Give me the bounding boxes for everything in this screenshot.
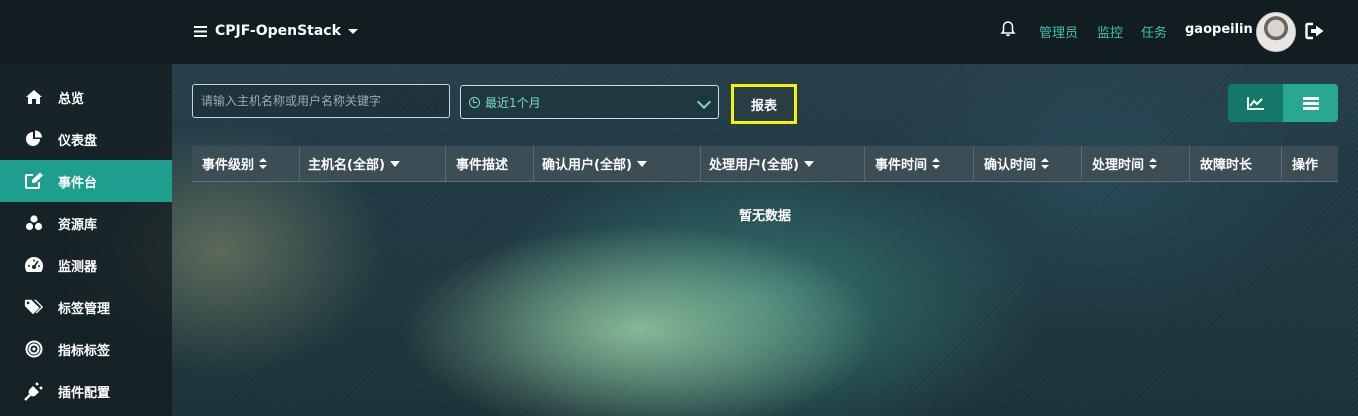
target-icon — [24, 339, 44, 359]
sidebar-item-label: 标签管理 — [58, 301, 111, 317]
empty-table-message: 暂无数据 — [738, 209, 791, 224]
search-input[interactable] — [192, 84, 450, 118]
sort-icon — [1149, 158, 1158, 169]
sidebar-item-events[interactable]: 事件台 — [0, 160, 172, 202]
home-icon — [24, 87, 44, 107]
sort-icon — [1041, 158, 1050, 169]
sidebar: 总览 仪表盘 事件台 资源库 监测器 标签管理 指标标签 插件配置 — [0, 64, 172, 416]
edit-icon — [24, 171, 44, 191]
username[interactable]: gaopeilin — [1185, 22, 1253, 37]
project-name: CPJF-OpenStack — [215, 23, 341, 39]
sidebar-item-label: 总览 — [58, 91, 85, 107]
column-label: 事件级别 — [202, 158, 255, 173]
column-label: 处理用户(全部) — [709, 158, 799, 173]
sidebar-item-resources[interactable]: 资源库 — [0, 202, 172, 244]
sort-icon — [932, 158, 941, 169]
task-link[interactable]: 任务 — [1141, 22, 1167, 41]
caret-down-icon — [347, 28, 358, 34]
sidebar-item-label: 事件台 — [58, 175, 98, 191]
sort-icon — [259, 158, 268, 169]
sidebar-item-label: 插件配置 — [58, 385, 111, 401]
column-header[interactable]: 处理用户(全部) — [701, 146, 865, 181]
column-header[interactable]: 确认用户(全部) — [534, 146, 701, 181]
view-toggle — [1228, 84, 1338, 122]
plug-icon — [24, 381, 44, 401]
line-chart-icon — [1246, 97, 1264, 110]
column-header: 事件描述 — [446, 146, 534, 181]
tags-icon — [24, 297, 44, 317]
column-label: 确认时间 — [984, 158, 1037, 173]
time-range-value: 最近1个月 — [485, 95, 541, 110]
sidebar-item-dashboard[interactable]: 仪表盘 — [0, 118, 172, 160]
logout-icon[interactable] — [1305, 22, 1325, 40]
column-label: 事件时间 — [875, 158, 928, 173]
column-header: 故障时长 — [1190, 146, 1282, 181]
column-header: 操作 — [1282, 146, 1338, 181]
sidebar-item-metric-tags[interactable]: 指标标签 — [0, 328, 172, 370]
column-label: 故障时长 — [1200, 158, 1253, 173]
caret-down-icon — [803, 160, 814, 167]
bell-icon[interactable] — [1000, 20, 1016, 38]
cubes-icon — [24, 213, 44, 233]
column-label: 操作 — [1292, 158, 1319, 173]
table-header: 事件级别 主机名(全部) 事件描述 确认用户(全部) 处理用户(全部) 事件时间… — [192, 146, 1338, 182]
column-label: 事件描述 — [456, 158, 509, 173]
clock-icon — [469, 96, 480, 108]
list-view-button[interactable] — [1283, 84, 1338, 122]
sidebar-item-plugins[interactable]: 插件配置 — [0, 370, 172, 412]
sidebar-item-label: 仪表盘 — [58, 133, 98, 149]
time-range-select[interactable]: 最近1个月 — [460, 85, 719, 119]
caret-down-icon — [389, 160, 400, 167]
sidebar-item-tags[interactable]: 标签管理 — [0, 286, 172, 328]
top-bar: CPJF-OpenStack 管理员 监控 任务 gaopeilin — [0, 0, 1358, 64]
sidebar-item-monitors[interactable]: 监测器 — [0, 244, 172, 286]
list-icon — [1302, 96, 1319, 110]
column-header[interactable]: 事件时间 — [865, 146, 974, 181]
column-label: 主机名(全部) — [308, 158, 385, 173]
sidebar-item-label: 监测器 — [58, 259, 98, 275]
column-label: 确认用户(全部) — [542, 158, 632, 173]
project-selector[interactable]: CPJF-OpenStack — [194, 21, 358, 41]
column-header[interactable]: 处理时间 — [1082, 146, 1190, 181]
column-label: 处理时间 — [1092, 158, 1145, 173]
pie-chart-icon — [24, 129, 44, 149]
report-button[interactable]: 报表 — [731, 84, 797, 124]
avatar[interactable] — [1256, 12, 1296, 52]
sidebar-item-label: 指标标签 — [58, 343, 111, 359]
admin-link[interactable]: 管理员 — [1039, 22, 1078, 41]
chevron-down-icon — [696, 94, 712, 110]
chart-view-button[interactable] — [1228, 84, 1283, 122]
column-header[interactable]: 事件级别 — [192, 146, 300, 181]
column-header[interactable]: 确认时间 — [974, 146, 1082, 181]
caret-down-icon — [636, 160, 647, 167]
list-icon — [194, 25, 207, 37]
column-header[interactable]: 主机名(全部) — [300, 146, 446, 181]
monitor-link[interactable]: 监控 — [1097, 22, 1123, 41]
sidebar-item-label: 资源库 — [58, 217, 98, 233]
dashboard-icon — [24, 255, 44, 275]
sidebar-item-overview[interactable]: 总览 — [0, 76, 172, 118]
